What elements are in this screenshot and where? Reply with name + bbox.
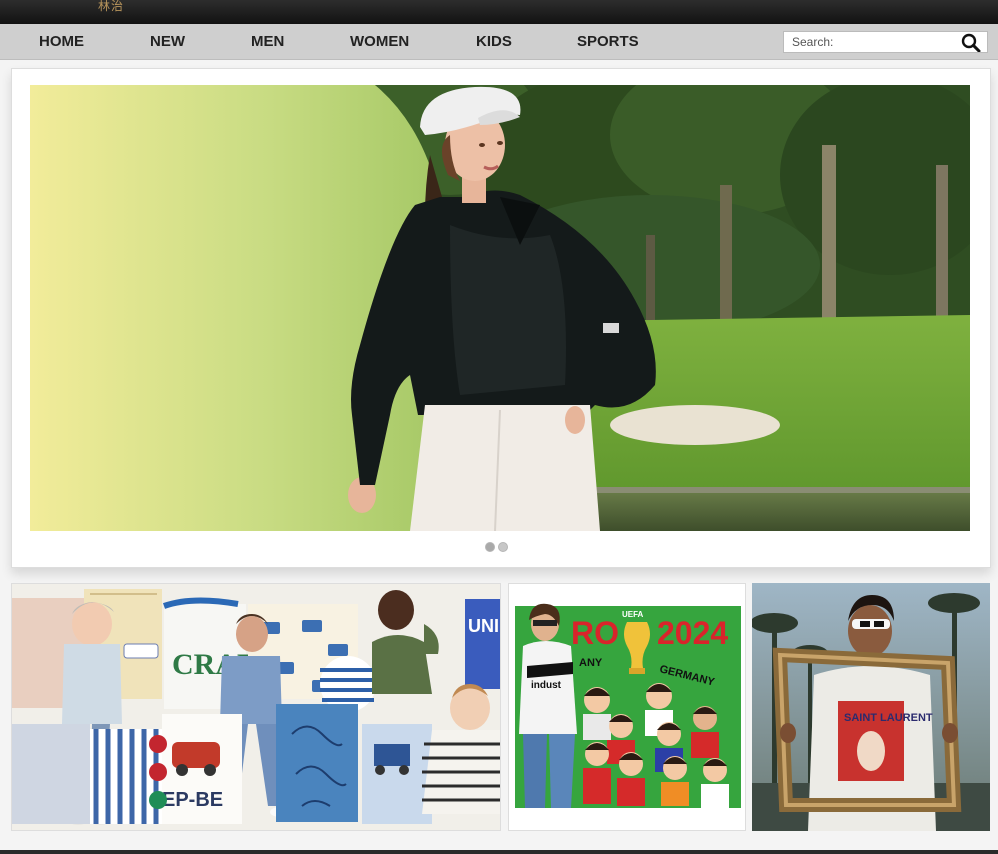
brand-logo[interactable]: 林治 xyxy=(98,0,124,14)
promo-tile-kids[interactable]: CRAFT EP- xyxy=(11,583,501,831)
page: 林治 HOME NEW MEN WOMEN KIDS SPORTS Search… xyxy=(0,0,998,854)
nav-item-sports[interactable]: SPORTS xyxy=(577,24,639,60)
ep-be-print-text: EP-BE xyxy=(162,789,223,811)
hero-banner-image[interactable] xyxy=(30,85,970,531)
euro-banner-right: 2024 xyxy=(657,615,728,651)
nav-item-women[interactable]: WOMEN xyxy=(350,24,409,60)
nav-item-men[interactable]: MEN xyxy=(251,24,284,60)
nav-item-new[interactable]: NEW xyxy=(150,24,185,60)
nav-item-home[interactable]: HOME xyxy=(39,24,84,60)
search-input[interactable] xyxy=(784,32,954,52)
promo-tile-euro-2024[interactable]: RO 2024 UEFA ANY GERMANY indust xyxy=(508,583,746,831)
uni-print-text: UNI FU xyxy=(468,616,501,636)
slider-dots xyxy=(485,539,511,557)
saint-shirt-text: SAINT LAURENT xyxy=(844,712,933,724)
euro-shirt-text: indust xyxy=(531,680,562,691)
euro-country-left: ANY xyxy=(579,657,603,669)
slider-dot-1[interactable] xyxy=(485,542,495,552)
uefa-text: UEFA xyxy=(622,610,644,619)
promo-tile-saint-laurent[interactable]: SAINT LAURENT xyxy=(752,583,990,831)
nav-item-kids[interactable]: KIDS xyxy=(476,24,512,60)
euro-banner-left: RO xyxy=(571,615,619,651)
top-bar: 林治 xyxy=(0,0,998,24)
search-icon[interactable] xyxy=(961,33,981,53)
main-nav: HOME NEW MEN WOMEN KIDS SPORTS xyxy=(0,24,998,60)
search-box xyxy=(783,31,988,53)
slider-dot-2[interactable] xyxy=(498,542,508,552)
hero-slider xyxy=(11,68,991,568)
footer-edge xyxy=(0,850,998,854)
